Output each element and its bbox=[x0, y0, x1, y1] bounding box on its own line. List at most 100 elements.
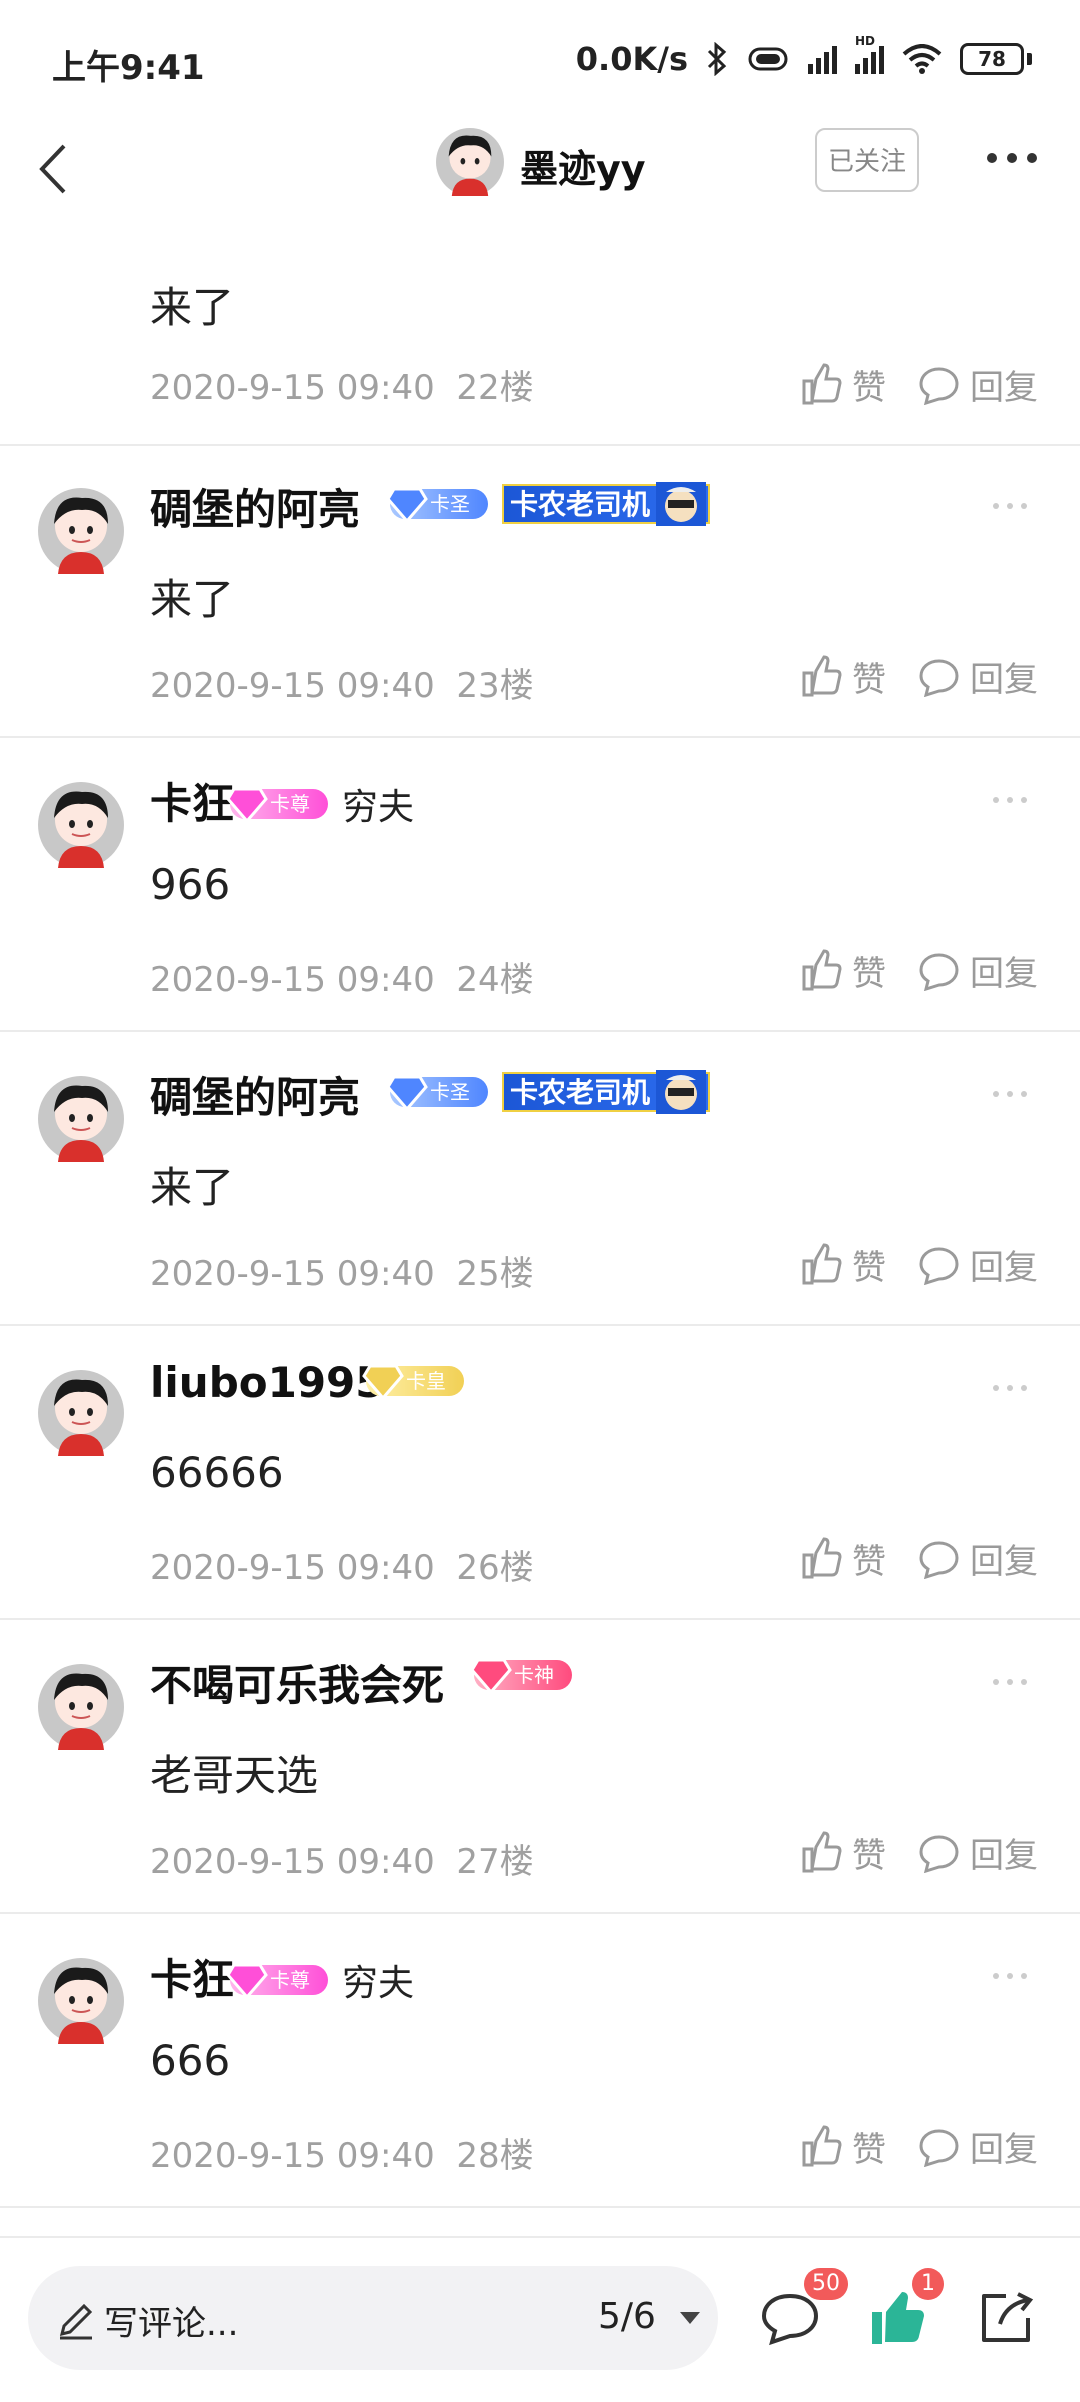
comment-text: 666 bbox=[150, 2036, 231, 2085]
more-icon[interactable] bbox=[990, 1676, 1030, 1688]
like-icon bbox=[802, 2124, 842, 2166]
more-icon[interactable] bbox=[990, 500, 1030, 512]
like-button[interactable]: 赞 bbox=[800, 1828, 886, 1877]
comment-text: 老哥天选 bbox=[150, 1751, 319, 1800]
more-icon[interactable] bbox=[990, 794, 1030, 806]
comment-user-name[interactable]: 碉堡的阿亮 bbox=[150, 1064, 360, 1125]
user-badges: 卡圣 卡农老司机 bbox=[386, 1070, 711, 1114]
chevron-down-icon[interactable] bbox=[678, 2310, 702, 2326]
gem-icon bbox=[226, 1963, 268, 1999]
comment-text: 来了 bbox=[150, 575, 235, 624]
comment-item: liubo1995 卡皇 66666 2020-9-15 09:40 26楼 赞回复 bbox=[0, 1328, 1080, 1620]
comment-count-badge: 50 bbox=[804, 2268, 848, 2300]
reply-button[interactable]: 回复 bbox=[918, 946, 1038, 995]
reply-button[interactable]: 回复 bbox=[918, 652, 1038, 701]
avatar[interactable] bbox=[38, 1076, 124, 1162]
comment-meta: 2020-9-15 09:40 26楼 bbox=[150, 1548, 534, 1588]
comment-text: 966 bbox=[150, 860, 231, 909]
like-icon bbox=[802, 1242, 842, 1284]
status-time: 上午9:41 bbox=[52, 48, 205, 88]
comment-user-name[interactable]: 卡狂 bbox=[150, 1946, 234, 2007]
avatar[interactable] bbox=[436, 128, 504, 196]
status-icons: 0.0K/s HD 78 bbox=[575, 34, 1032, 78]
more-icon[interactable] bbox=[984, 148, 1040, 168]
plain-badge[interactable]: 穷夫 bbox=[342, 778, 414, 830]
gem-icon bbox=[470, 1658, 512, 1694]
reply-icon bbox=[919, 658, 959, 697]
title-badge[interactable]: 卡农老司机 bbox=[502, 482, 711, 526]
comment-user-name[interactable]: 不喝可乐我会死 bbox=[150, 1652, 444, 1713]
level-badge[interactable]: 卡圣 bbox=[386, 487, 488, 523]
gem-icon bbox=[386, 1075, 428, 1111]
like-button[interactable]: 赞 bbox=[800, 946, 886, 995]
like-button[interactable]: 赞 bbox=[800, 1534, 886, 1583]
like-button[interactable]: 赞 bbox=[800, 1240, 886, 1289]
reply-button[interactable]: 回复 bbox=[918, 360, 1038, 409]
reply-icon bbox=[919, 952, 959, 991]
user-badges: 卡尊 穷夫 bbox=[226, 1954, 414, 2006]
like-icon bbox=[802, 654, 842, 696]
reply-icon bbox=[919, 366, 959, 405]
reply-button[interactable]: 回复 bbox=[918, 1534, 1038, 1583]
more-icon[interactable] bbox=[990, 1970, 1030, 1982]
comment-meta: 2020-9-15 09:40 25楼 bbox=[150, 1254, 534, 1294]
user-badges: 卡圣 卡农老司机 bbox=[386, 482, 711, 526]
like-button[interactable]: 赞 bbox=[800, 2122, 886, 2171]
comment-meta: 2020-9-15 09:40 23楼 bbox=[150, 666, 534, 706]
comment-item: 碉堡的阿亮 卡圣 卡农老司机来了 2020-9-15 09:40 23楼 赞回复 bbox=[0, 446, 1080, 738]
comment-text: 来了 bbox=[150, 283, 235, 332]
header-user-name[interactable]: 墨迹yy bbox=[520, 138, 646, 193]
driver-face-icon bbox=[656, 482, 707, 526]
title-badge[interactable]: 卡农老司机 bbox=[502, 1070, 711, 1114]
status-bar: 上午9:41 0.0K/s HD 78 bbox=[0, 0, 1080, 120]
gem-icon bbox=[226, 787, 268, 823]
like-icon bbox=[802, 948, 842, 990]
reply-button[interactable]: 回复 bbox=[918, 1828, 1038, 1877]
comment-item: 卡狂 卡尊 穷夫 666 2020-9-15 09:40 28楼 赞回复 bbox=[0, 1916, 1080, 2208]
comment-count-button[interactable]: 50 bbox=[760, 2268, 848, 2358]
user-badges: 卡尊 穷夫 bbox=[226, 778, 414, 830]
signal-icon bbox=[808, 44, 837, 74]
like-button[interactable]: 赞 bbox=[800, 652, 886, 701]
avatar[interactable] bbox=[38, 1370, 124, 1456]
like-count-button[interactable]: 1 bbox=[868, 2268, 944, 2358]
like-icon bbox=[802, 362, 842, 404]
user-badges: 卡皇 bbox=[362, 1364, 464, 1400]
battery-icon: 78 bbox=[960, 43, 1032, 75]
comment-user-name[interactable]: 碉堡的阿亮 bbox=[150, 476, 360, 537]
level-badge[interactable]: 卡神 bbox=[470, 1658, 572, 1694]
comment-item: 卡狂 卡尊 穷夫 966 2020-9-15 09:40 24楼 赞回复 bbox=[0, 740, 1080, 1032]
level-badge[interactable]: 卡尊 bbox=[226, 787, 328, 823]
follow-button[interactable]: 已关注 bbox=[815, 128, 919, 192]
network-speed: 0.0K/s bbox=[575, 40, 688, 78]
comment-meta: 2020-9-15 09:40 27楼 bbox=[150, 1842, 534, 1882]
level-badge[interactable]: 卡皇 bbox=[362, 1364, 464, 1400]
reply-button[interactable]: 回复 bbox=[918, 1240, 1038, 1289]
comment-user-name[interactable]: 卡狂 bbox=[150, 770, 234, 831]
gem-icon bbox=[386, 487, 428, 523]
wifi-icon bbox=[902, 44, 942, 74]
comment-meta: 2020-9-15 09:40 24楼 bbox=[150, 960, 534, 1000]
signal-hd-icon: HD bbox=[855, 34, 884, 74]
avatar[interactable] bbox=[38, 488, 124, 574]
level-badge[interactable]: 卡圣 bbox=[386, 1075, 488, 1111]
share-icon[interactable] bbox=[976, 2288, 1036, 2348]
comment-user-name[interactable]: liubo1995 bbox=[150, 1358, 385, 1407]
pen-icon bbox=[59, 2303, 93, 2340]
comment-meta: 2020-9-15 09:40 22楼 bbox=[150, 368, 534, 408]
avatar[interactable] bbox=[38, 1958, 124, 2044]
more-icon[interactable] bbox=[990, 1088, 1030, 1100]
comment-list[interactable]: 来了 2020-9-15 09:40 22楼 赞 回复 碉堡的阿亮 卡圣 卡农老司机… bbox=[0, 0, 1080, 2400]
like-icon bbox=[802, 1536, 842, 1578]
back-icon[interactable] bbox=[24, 134, 84, 204]
driver-face-icon bbox=[656, 1070, 707, 1114]
level-badge[interactable]: 卡尊 bbox=[226, 1963, 328, 1999]
avatar[interactable] bbox=[38, 782, 124, 868]
comment-input[interactable]: 写评论... 5/6 bbox=[28, 2266, 718, 2370]
reply-button[interactable]: 回复 bbox=[918, 2122, 1038, 2171]
more-icon[interactable] bbox=[990, 1382, 1030, 1394]
page-indicator[interactable]: 5/6 bbox=[598, 2296, 656, 2337]
plain-badge[interactable]: 穷夫 bbox=[342, 1954, 414, 2006]
like-button[interactable]: 赞 bbox=[800, 360, 886, 409]
avatar[interactable] bbox=[38, 1664, 124, 1750]
